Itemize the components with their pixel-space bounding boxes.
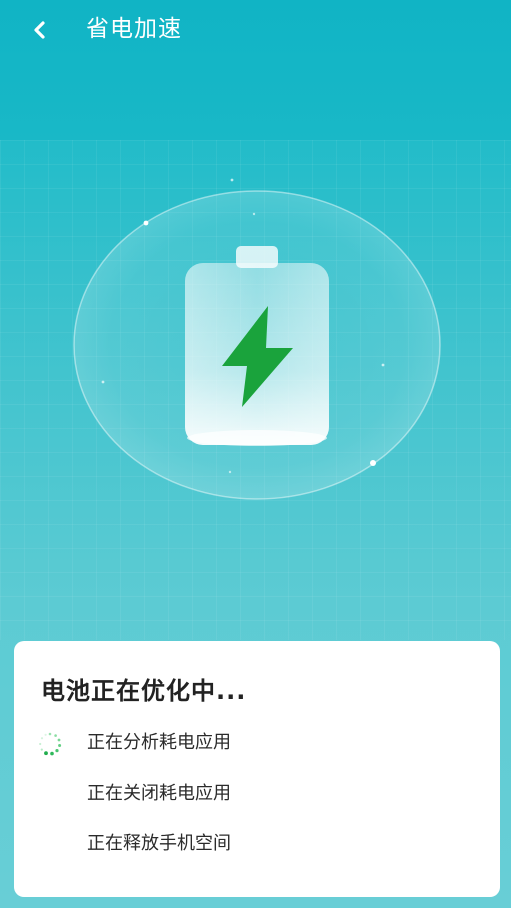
step-label: 正在释放手机空间	[87, 833, 231, 854]
step-item-free-space: 正在释放手机空间	[14, 829, 500, 859]
step-item-analyze: 正在分析耗电应用	[14, 728, 500, 758]
back-button[interactable]	[22, 12, 58, 48]
step-item-close: 正在关闭耗电应用	[14, 779, 500, 809]
loading-spinner-icon	[39, 732, 62, 756]
status-title: 电池正在优化中...	[41, 677, 247, 705]
battery-charging-icon	[73, 178, 441, 500]
optimization-status-card: 电池正在优化中... 正在分析耗电应用 正在关闭耗电应用 正在释放手机空间	[14, 641, 500, 897]
step-label: 正在关闭耗电应用	[87, 783, 231, 804]
page-title: 省电加速	[86, 16, 182, 42]
app-header: 省电加速	[0, 0, 511, 140]
battery-illustration	[0, 150, 511, 570]
step-label: 正在分析耗电应用	[87, 732, 231, 753]
chevron-left-icon	[34, 21, 45, 39]
